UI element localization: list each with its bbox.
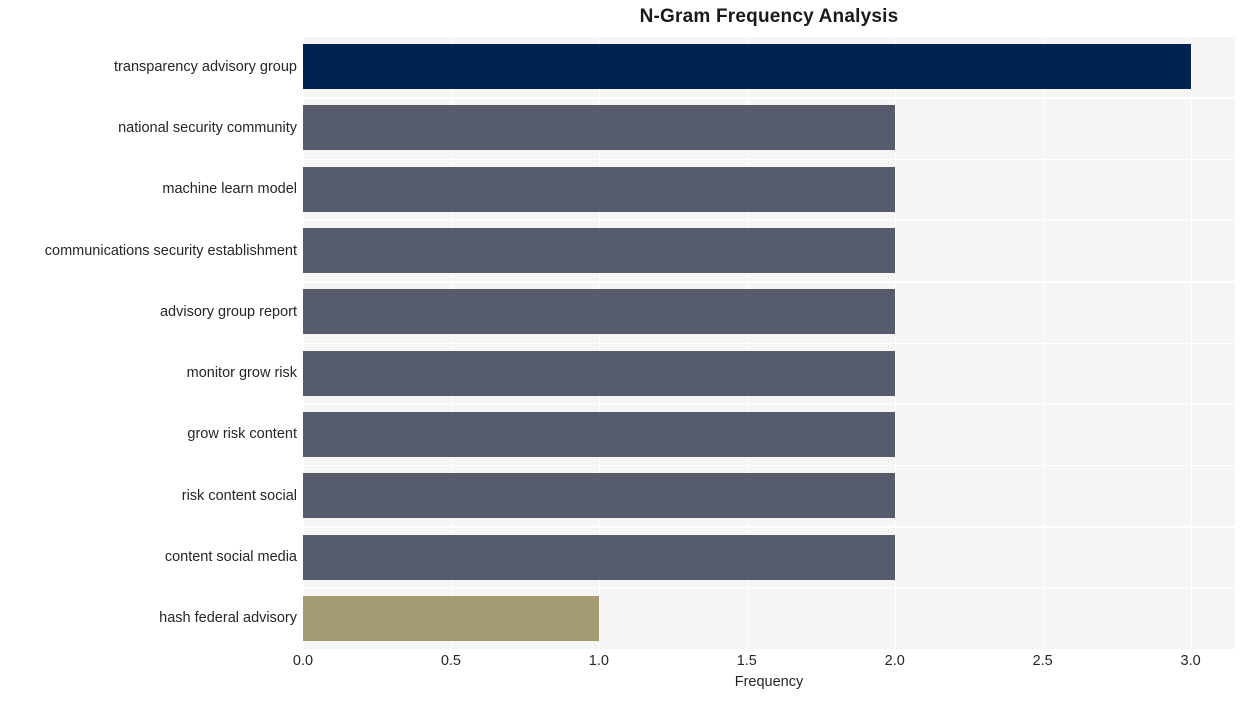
bar[interactable] [303,350,895,396]
chart-figure: N-Gram Frequency Analysis transparency a… [0,0,1244,701]
x-axis-tick-label: 1.0 [588,653,609,669]
y-axis-tick-labels: transparency advisory group national secu… [0,36,303,649]
bar[interactable] [303,534,895,580]
y-axis-tick-label: content social media [164,549,297,566]
bar[interactable] [303,595,599,641]
y-axis-tick-label: communications security establishment [44,242,297,259]
chart-title: N-Gram Frequency Analysis [639,6,899,27]
x-axis-tick-label: 0.0 [292,653,314,669]
y-axis-tick-label: national security community [118,119,297,136]
bar[interactable] [303,473,895,519]
x-axis-tick-label: 0.5 [440,653,462,669]
gridline-horizontal [303,526,1235,528]
y-axis-tick-label: monitor grow risk [186,365,297,382]
gridline-horizontal [303,36,1235,38]
y-axis-tick-label: advisory group report [159,303,297,320]
gridline-horizontal [303,281,1235,283]
x-axis-title: Frequency [734,674,804,690]
bar[interactable] [303,44,1191,90]
x-axis-tick-label: 3.0 [1180,653,1201,669]
bar[interactable] [303,289,895,335]
bar[interactable] [303,105,895,151]
gridline-horizontal [303,219,1235,222]
y-axis-tick-label: grow risk content [187,426,297,443]
bar[interactable] [303,166,895,212]
gridline-horizontal [303,158,1235,160]
gridline-horizontal [303,342,1235,344]
y-axis-tick-label: transparency advisory group [114,58,297,75]
gridline-horizontal [303,403,1235,406]
x-axis-tick-label: 1.5 [736,653,757,669]
plot-area [303,36,1235,649]
gridline-horizontal [303,587,1235,590]
bar[interactable] [303,228,895,274]
y-axis-tick-label: machine learn model [162,181,297,198]
y-axis-tick-label: hash federal advisory [159,610,297,627]
gridline-horizontal [303,465,1235,467]
x-axis-tick-labels: 0.0 0.5 1.0 1.5 2.0 2.5 3.0 [293,649,1235,675]
y-axis-tick-label: risk content social [181,487,297,504]
x-axis-tick-label: 2.0 [884,653,905,669]
gridline-horizontal [303,97,1235,99]
bar[interactable] [303,411,895,457]
x-axis-tick-label: 2.5 [1032,653,1053,669]
